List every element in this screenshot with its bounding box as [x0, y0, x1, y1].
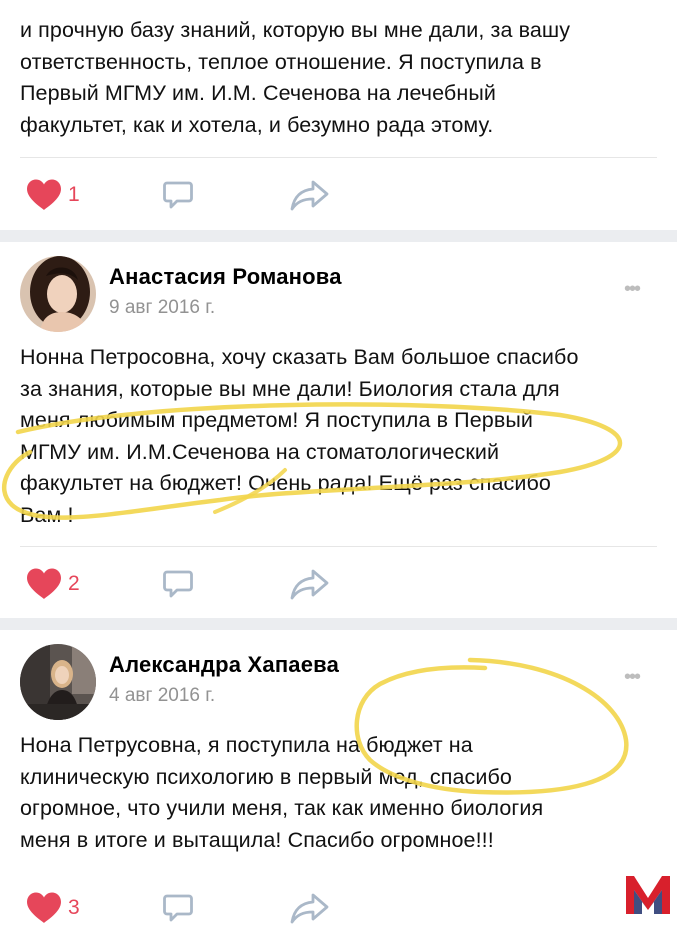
share-icon — [290, 180, 329, 211]
logo-mark — [624, 872, 672, 916]
post-actions: 2 — [20, 564, 420, 604]
post-actions: 3 — [20, 888, 420, 928]
like-count: 1 — [68, 183, 80, 206]
comment-icon — [163, 181, 193, 209]
comment-icon — [163, 894, 193, 922]
post-1: и прочную базу знаний, которую вы мне да… — [0, 0, 677, 230]
text-line: Нона Петрусовна, я поступила на бюджет н… — [20, 733, 473, 757]
more-icon[interactable]: ••• — [624, 666, 641, 689]
post-3-text: Нона Петрусовна, я поступила на бюджет н… — [20, 730, 660, 856]
heart-icon — [27, 568, 61, 599]
divider — [20, 546, 657, 547]
like-button[interactable]: 1 — [25, 175, 80, 215]
comment-button[interactable] — [162, 564, 194, 604]
share-icon — [290, 569, 329, 600]
comment-button[interactable] — [162, 888, 194, 928]
share-icon — [290, 893, 329, 924]
text-line: факультет, как и хотела, и безумно рада … — [20, 112, 494, 137]
comment-icon — [163, 570, 193, 598]
avatar[interactable] — [20, 644, 96, 720]
post-separator — [0, 230, 677, 242]
post-header: Александра Хапаева 4 авг 2016 г. ••• — [20, 644, 660, 720]
like-button[interactable]: 3 — [25, 888, 80, 928]
heart-icon — [27, 179, 61, 210]
more-icon[interactable]: ••• — [624, 278, 641, 301]
post-1-text: и прочную базу знаний, которую вы мне да… — [20, 15, 660, 141]
text-line: меня в итоге и вытащила! Спасибо огромно… — [20, 827, 494, 852]
text-line: клиническую психологию в первый мед, спа… — [20, 764, 512, 789]
text-line: Нонна Петросовна, хочу сказать Вам больш… — [20, 345, 579, 369]
text-line: и прочную базу знаний, которую вы мне да… — [20, 18, 571, 42]
post-2-text: Нонна Петросовна, хочу сказать Вам больш… — [20, 342, 660, 531]
share-button[interactable] — [290, 888, 330, 928]
post-actions: 1 — [20, 175, 420, 215]
text-line: ответственность, теплое отношение. Я пос… — [20, 49, 542, 74]
text-line: факультет на бюджет! Очень рада! Ещё раз… — [20, 471, 551, 495]
text-line: огромное, что учили меня, так как именно… — [20, 796, 544, 820]
text-line: за знания, которые вы мне дали! Биология… — [20, 376, 560, 401]
share-button[interactable] — [290, 175, 330, 215]
divider — [20, 157, 657, 158]
share-button[interactable] — [290, 564, 330, 604]
post-header: Анастасия Романова 9 авг 2016 г. ••• — [20, 256, 660, 332]
post-date[interactable]: 9 авг 2016 г. — [109, 297, 215, 319]
comment-button[interactable] — [162, 175, 194, 215]
post-separator — [0, 618, 677, 630]
post-3: Александра Хапаева 4 авг 2016 г. ••• Нон… — [0, 630, 677, 924]
post-2: Анастасия Романова 9 авг 2016 г. ••• Нон… — [0, 242, 677, 618]
author-name[interactable]: Анастасия Романова — [109, 264, 342, 290]
text-line: Вам ! — [20, 502, 74, 527]
like-count: 2 — [68, 572, 80, 595]
text-line: Первый МГМУ им. И.М. Сеченова на лечебны… — [20, 81, 496, 105]
avatar[interactable] — [20, 256, 96, 332]
text-line: меня любимым предметом! Я поступила в Пе… — [20, 408, 534, 432]
author-name[interactable]: Александра Хапаева — [109, 652, 339, 678]
like-button[interactable]: 2 — [25, 564, 80, 604]
like-count: 3 — [68, 896, 80, 919]
text-line: МГМУ им. И.М.Сеченова на стоматологическ… — [20, 439, 500, 464]
post-date[interactable]: 4 авг 2016 г. — [109, 685, 215, 707]
